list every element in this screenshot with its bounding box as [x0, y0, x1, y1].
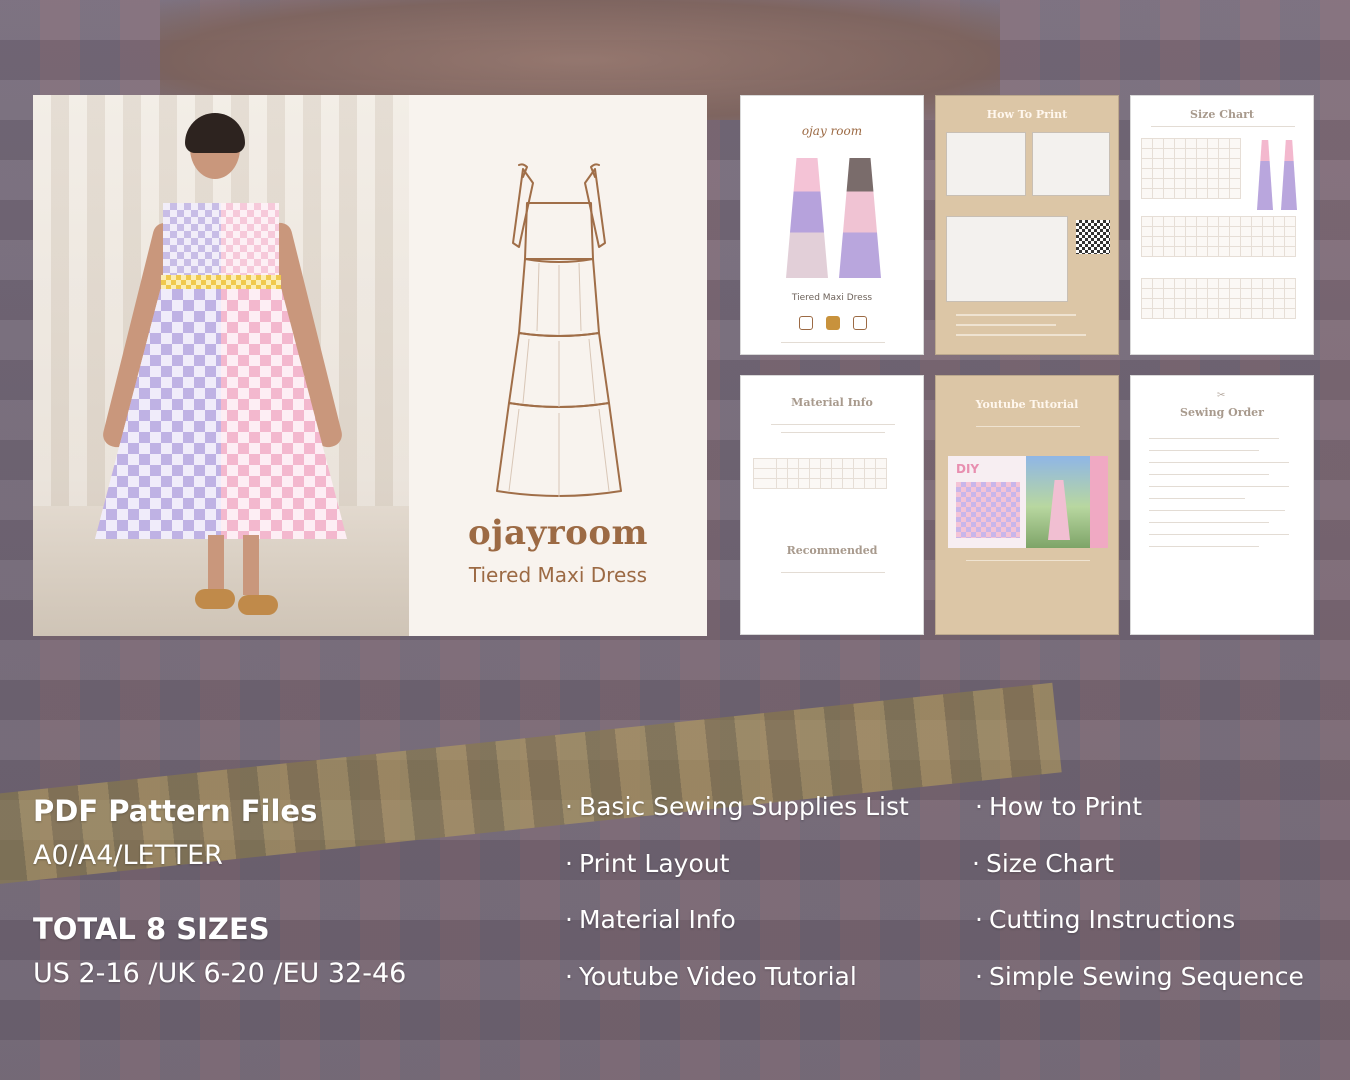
page-material-info: Material Info Recommended: [740, 375, 924, 635]
cover-dress-back: [839, 158, 881, 278]
model-shoe-right: [238, 595, 278, 615]
dress-waistband: [161, 275, 281, 289]
qr-code-icon: [1076, 220, 1110, 254]
youtube-icon: [826, 316, 840, 330]
feature-item: · Material Info: [565, 905, 736, 934]
text-line: [956, 314, 1076, 316]
text-line: [1149, 546, 1259, 547]
sketch-panel: ojayroom Tiered Maxi Dress: [409, 95, 707, 636]
text-line: [771, 424, 895, 425]
product-name: Tiered Maxi Dress: [468, 563, 648, 587]
dress-sketch-icon: [496, 163, 622, 497]
size-figure-front: [1257, 140, 1273, 210]
pdf-formats: A0/A4/LETTER: [33, 840, 223, 871]
text-line: [781, 432, 885, 433]
text-line: [781, 572, 885, 573]
page-how-to-print: How To Print: [935, 95, 1119, 355]
cover-logo: ojay room: [801, 124, 863, 138]
text-line: [976, 426, 1080, 427]
text-line: [1149, 534, 1289, 535]
print-screenshot-1: [946, 132, 1026, 196]
size-chart-title: Size Chart: [1190, 108, 1254, 121]
text-line: [1149, 522, 1269, 523]
page-youtube-tutorial: Youtube Tutorial DIY: [935, 375, 1119, 635]
feature-item: · Print Layout: [565, 849, 730, 878]
size-table-3: [1141, 278, 1296, 319]
feature-item: · Size Chart: [972, 849, 1114, 878]
size-table-1: [1141, 138, 1241, 199]
cover-dress-front: [786, 158, 828, 278]
recommended-title: Recommended: [786, 544, 878, 557]
feature-item: · Youtube Video Tutorial: [565, 962, 857, 991]
text-line: [1149, 498, 1245, 499]
feature-item: · Cutting Instructions: [975, 905, 1236, 934]
text-line: [966, 560, 1090, 561]
feature-item: · Basic Sewing Supplies List: [565, 792, 909, 821]
material-info-title: Material Info: [791, 396, 873, 409]
how-to-print-title: How To Print: [986, 108, 1068, 121]
page-size-chart: Size Chart: [1130, 95, 1314, 355]
model-leg-left: [208, 535, 224, 595]
model-shoe-left: [195, 589, 235, 609]
hero-panel: ojayroom Tiered Maxi Dress: [33, 95, 707, 636]
brand-logo: ojayroom: [467, 513, 648, 553]
feature-item: · Simple Sewing Sequence: [975, 962, 1304, 991]
cover-caption: Tiered Maxi Dress: [791, 293, 873, 303]
scissors-icon: ✂: [1217, 390, 1226, 401]
cover-footer-line: [781, 342, 885, 343]
text-line: [1149, 462, 1289, 463]
page-sewing-order: ✂ Sewing Order: [1130, 375, 1314, 635]
text-line: [1149, 438, 1279, 439]
material-table: [753, 458, 887, 489]
dress-bodice-lavender: [163, 203, 221, 279]
model-leg-right: [243, 535, 259, 595]
store-icon: [853, 316, 867, 330]
text-line: [1149, 474, 1269, 475]
youtube-tutorial-title: Youtube Tutorial: [975, 398, 1079, 411]
print-screenshot-3: [946, 216, 1068, 302]
diy-badge: DIY: [956, 462, 980, 476]
fabric-pile: [956, 482, 1020, 538]
model-photo: [33, 95, 409, 636]
text-line: [956, 324, 1056, 326]
print-screenshot-2: [1032, 132, 1110, 196]
pdf-files-title: PDF Pattern Files: [33, 794, 318, 828]
sizes-values: US 2-16 /UK 6-20 /EU 32-46: [33, 958, 407, 989]
feature-item: · How to Print: [975, 792, 1142, 821]
sewing-order-title: Sewing Order: [1180, 406, 1264, 419]
sizes-title: TOTAL 8 SIZES: [33, 912, 270, 946]
text-line: [1149, 450, 1259, 451]
text-line: [956, 334, 1086, 336]
size-figure-back: [1281, 140, 1297, 210]
text-line: [1151, 126, 1295, 127]
thumbnail-edge: [1090, 456, 1108, 548]
video-thumbnail: DIY: [948, 456, 1108, 548]
text-line: [1149, 486, 1289, 487]
instagram-icon: [799, 316, 813, 330]
page-cover: ojay room Tiered Maxi Dress: [740, 95, 924, 355]
size-table-2: [1141, 216, 1296, 257]
text-line: [1149, 510, 1285, 511]
